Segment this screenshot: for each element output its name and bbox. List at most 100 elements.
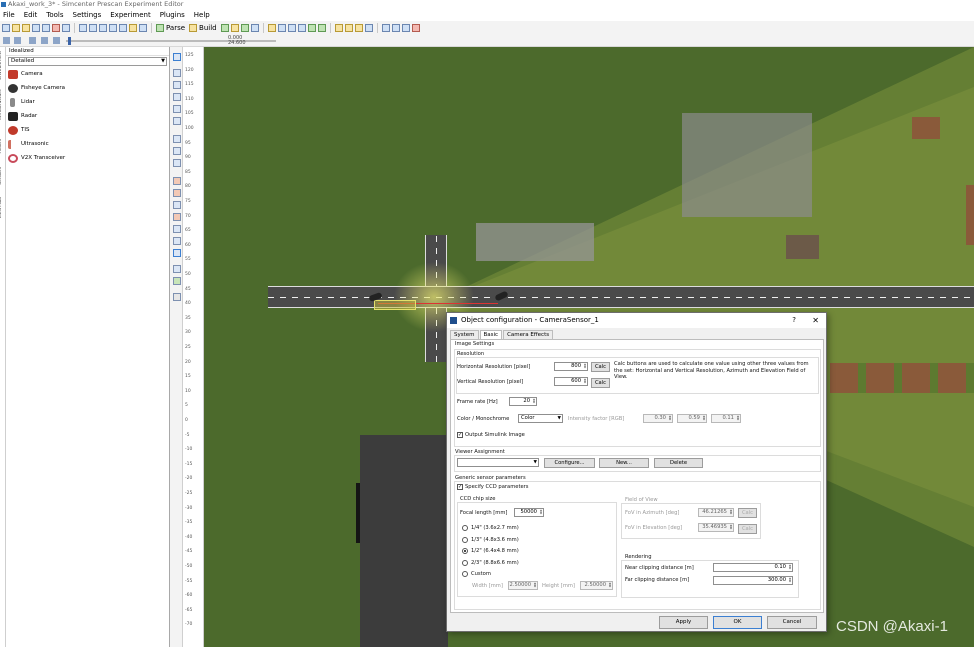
pencil-icon[interactable] [139, 24, 147, 32]
close-experiment-icon[interactable] [52, 24, 60, 32]
tab-camera-effects[interactable]: Camera Effects [503, 330, 554, 339]
road-icon[interactable] [277, 24, 286, 32]
copy-icon[interactable] [109, 24, 117, 32]
help-icon[interactable] [62, 24, 70, 32]
delete-viewer-button[interactable]: Delete [654, 458, 703, 468]
stop-icon[interactable] [53, 37, 60, 44]
menu-help[interactable]: Help [194, 9, 210, 21]
library-item-v2x-transceiver[interactable]: V2X Transceiver [6, 151, 169, 165]
color-mode-select[interactable]: Color ▼ [518, 414, 563, 423]
building-row[interactable] [830, 363, 974, 393]
building[interactable] [912, 117, 940, 139]
configure-button[interactable]: Configure... [544, 458, 595, 468]
save-icon[interactable] [32, 24, 40, 32]
new-file-icon[interactable] [2, 24, 10, 32]
world-icon[interactable] [307, 24, 316, 32]
menu-file[interactable]: File [3, 9, 15, 21]
plugin-3-icon[interactable] [401, 24, 410, 32]
record-icon[interactable] [411, 24, 420, 32]
specify-ccd-checkbox[interactable]: ✓ [457, 484, 463, 490]
step-back-icon[interactable] [14, 37, 21, 44]
plugin-2-icon[interactable] [391, 24, 400, 32]
star-icon[interactable] [334, 24, 343, 32]
close-icon[interactable]: ✕ [812, 313, 819, 328]
menu-edit[interactable]: Edit [24, 9, 38, 21]
spline-icon[interactable] [173, 159, 181, 167]
properties-icon[interactable] [129, 24, 137, 32]
menu-experiment[interactable]: Experiment [110, 9, 150, 21]
build-icon[interactable] [189, 24, 198, 32]
calc-azimuth-button[interactable]: Calc [738, 508, 757, 518]
menu-settings[interactable]: Settings [73, 9, 102, 21]
terrain-tool-icon[interactable] [173, 237, 181, 245]
fov-azimuth-input[interactable]: 46.21265 [698, 508, 734, 517]
plugin-1-icon[interactable] [381, 24, 390, 32]
open-folder-icon[interactable] [12, 24, 20, 32]
zoom-in-icon[interactable] [173, 69, 181, 77]
calc-vertical-button[interactable]: Calc [591, 378, 610, 388]
apply-button[interactable]: Apply [659, 616, 708, 629]
terrain-icon[interactable] [267, 24, 276, 32]
play-icon[interactable] [29, 37, 36, 44]
frame-rate-input[interactable]: 20 [509, 397, 537, 406]
building[interactable] [966, 185, 974, 245]
run-icon[interactable] [240, 24, 249, 32]
trajectory-icon[interactable] [287, 24, 296, 32]
scenario-icon[interactable] [230, 24, 239, 32]
horizontal-resolution-input[interactable]: 800 [554, 362, 588, 371]
rewind-icon[interactable] [3, 37, 10, 44]
redo-icon[interactable] [89, 24, 97, 32]
save-as-icon[interactable] [42, 24, 50, 32]
calc-elevation-button[interactable]: Calc [738, 524, 757, 534]
object-icon[interactable] [173, 225, 181, 233]
library-detail-dropdown[interactable]: Detailed ▼ [8, 57, 167, 66]
layer-icon[interactable] [173, 277, 181, 285]
cancel-button[interactable]: Cancel [767, 616, 817, 629]
distribute-icon[interactable] [173, 265, 181, 273]
building[interactable] [476, 223, 594, 261]
timeline-slider-thumb[interactable] [68, 37, 71, 45]
ccd-width-input[interactable]: 2.50000 [508, 581, 538, 590]
image-icon[interactable] [297, 24, 306, 32]
building[interactable] [682, 113, 812, 217]
marker-icon[interactable] [173, 213, 181, 221]
fov-elevation-input[interactable]: 35.46935 [698, 523, 734, 532]
calc-horizontal-button[interactable]: Calc [591, 362, 610, 372]
vehicle-tool-icon[interactable] [173, 177, 181, 185]
intensity-r-input[interactable]: 0.30 [643, 414, 673, 423]
zoom-fit-icon[interactable] [173, 93, 181, 101]
output-simulink-checkbox[interactable]: ✓ [457, 432, 463, 438]
tools-icon[interactable] [354, 24, 363, 32]
measure-icon[interactable] [173, 293, 181, 301]
cut-icon[interactable] [99, 24, 107, 32]
ccd-option-radio[interactable] [462, 525, 468, 531]
align-icon[interactable] [173, 249, 181, 257]
zoom-window-icon[interactable] [173, 105, 181, 113]
undo-icon[interactable] [79, 24, 87, 32]
speed-profile-icon[interactable] [173, 201, 181, 209]
globe-icon[interactable] [220, 24, 229, 32]
route-tool-icon[interactable] [173, 189, 181, 197]
help-button[interactable]: ? [792, 313, 796, 328]
path-draw-icon[interactable] [173, 135, 181, 143]
viewer-select[interactable]: ▼ [457, 458, 539, 467]
select-pointer-icon[interactable] [173, 53, 181, 61]
folder-icon[interactable] [344, 24, 353, 32]
library-item-fisheye-camera[interactable]: Fisheye Camera [6, 81, 169, 95]
far-clipping-input[interactable]: 300.00 [713, 576, 793, 585]
parse-icon[interactable] [156, 24, 164, 32]
library-item-lidar[interactable]: Lidar [6, 95, 169, 109]
viewer-icon[interactable] [250, 24, 259, 32]
menu-tools[interactable]: Tools [46, 9, 63, 21]
map-icon[interactable] [317, 24, 326, 32]
paste-icon[interactable] [119, 24, 127, 32]
intensity-g-input[interactable]: 0.59 [677, 414, 707, 423]
bezier-icon[interactable] [173, 147, 181, 155]
near-clipping-input[interactable]: 0.10 [713, 563, 793, 572]
library-item-tis[interactable]: TIS [6, 123, 169, 137]
building[interactable] [786, 235, 819, 259]
selected-vehicle-box[interactable] [374, 300, 416, 310]
ccd-option-radio-selected[interactable] [462, 548, 468, 554]
library-item-ultrasonic[interactable]: Ultrasonic [6, 137, 169, 151]
tab-basic[interactable]: Basic [479, 330, 503, 339]
